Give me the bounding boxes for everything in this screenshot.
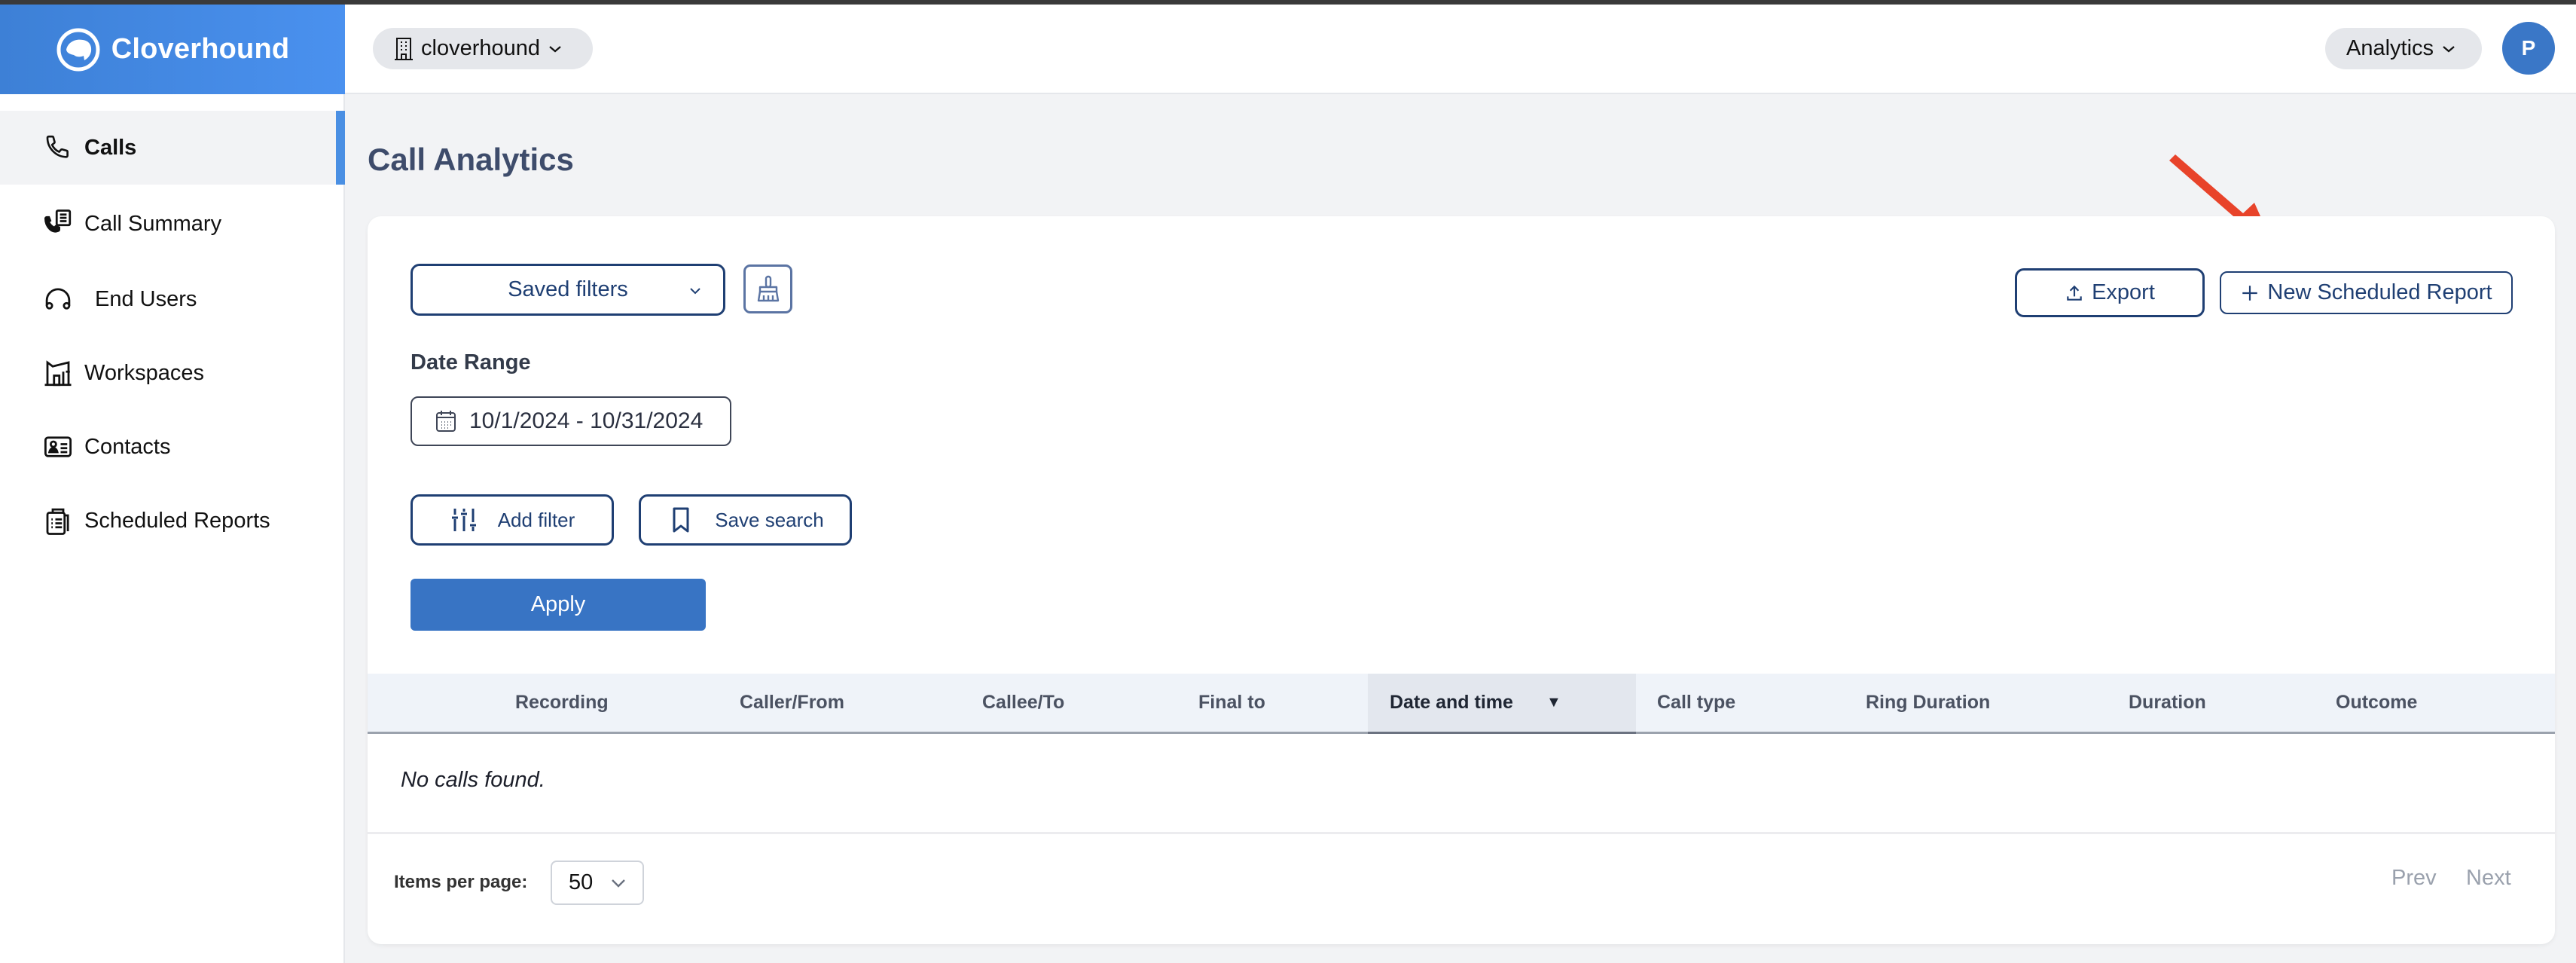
call-summary-icon	[44, 209, 72, 233]
phone-icon	[46, 135, 69, 158]
sidebar-item-label: Contacts	[84, 434, 171, 459]
export-button[interactable]: Export	[2015, 268, 2205, 317]
column-header-final-to[interactable]: Final to	[1198, 674, 1265, 732]
module-selector[interactable]: Analytics	[2325, 28, 2482, 69]
module-name: Analytics	[2346, 36, 2434, 60]
headphones-icon	[45, 288, 71, 310]
column-label: Caller/From	[740, 692, 844, 713]
new-scheduled-report-button[interactable]: New Scheduled Report	[2220, 271, 2513, 314]
column-label: Date and time	[1390, 692, 1513, 713]
plus-icon	[2242, 285, 2258, 301]
column-header-call-type[interactable]: Call type	[1657, 674, 1735, 732]
top-header: cloverhound Analytics P	[345, 5, 2576, 94]
sliders-icon	[451, 509, 476, 531]
calls-table-header: Recording Caller/From Callee/To Final to…	[368, 674, 2555, 734]
column-label: Callee/To	[982, 692, 1065, 713]
column-label: Call type	[1657, 692, 1736, 713]
workspace-building-icon	[44, 360, 72, 387]
apply-button[interactable]: Apply	[411, 579, 706, 631]
date-range-value: 10/1/2024 - 10/31/2024	[469, 408, 704, 433]
clear-filters-button[interactable]	[743, 264, 792, 313]
prev-page-button[interactable]: Prev	[2391, 866, 2437, 891]
add-filter-label: Add filter	[497, 508, 575, 531]
sidebar-item-calls[interactable]: Calls	[0, 111, 345, 185]
sidebar-item-workspaces[interactable]: Workspaces	[0, 336, 345, 410]
column-label: Recording	[515, 692, 609, 713]
column-header-outcome[interactable]: Outcome	[2336, 674, 2417, 732]
date-range-label: Date Range	[411, 350, 531, 374]
sidebar-item-scheduled-reports[interactable]: Scheduled Reports	[0, 484, 345, 558]
bookmark-icon	[673, 507, 689, 533]
upload-icon	[2067, 285, 2082, 301]
save-search-button[interactable]: Save search	[639, 494, 852, 546]
chevron-down-icon	[690, 288, 700, 295]
contact-card-icon	[44, 436, 72, 457]
items-per-page-select[interactable]: 50	[551, 861, 644, 905]
column-label: Outcome	[2336, 692, 2418, 713]
add-filter-button[interactable]: Add filter	[411, 494, 614, 546]
brush-icon	[757, 275, 779, 301]
column-header-ring-duration[interactable]: Ring Duration	[1866, 674, 1990, 732]
sidebar-item-end-users[interactable]: End Users	[0, 262, 345, 336]
cloverhound-logo-icon	[56, 28, 100, 71]
date-range-picker[interactable]: 10/1/2024 - 10/31/2024	[411, 396, 731, 446]
sidebar-item-label: Call Summary	[84, 211, 222, 236]
column-header-recording[interactable]: Recording	[515, 674, 609, 732]
sidebar-item-label: End Users	[95, 286, 197, 311]
sidebar-item-contacts[interactable]: Contacts	[0, 410, 345, 484]
sidebar-item-call-summary[interactable]: Call Summary	[0, 187, 345, 261]
calendar-icon	[436, 411, 456, 432]
column-header-callee-to[interactable]: Callee/To	[982, 674, 1064, 732]
brand-logo[interactable]: Cloverhound	[0, 5, 345, 94]
clipboard-icon	[46, 508, 69, 535]
brand-name: Cloverhound	[111, 33, 290, 65]
organization-selector[interactable]: cloverhound	[373, 28, 593, 69]
empty-state-message: No calls found.	[401, 768, 545, 792]
items-per-page-label: Items per page:	[394, 872, 528, 892]
sidebar-item-label: Scheduled Reports	[84, 508, 270, 533]
table-footer-divider	[368, 832, 2555, 834]
building-icon	[395, 37, 413, 60]
column-label: Duration	[2129, 692, 2206, 713]
sidebar-item-label: Workspaces	[84, 360, 205, 385]
export-label: Export	[2092, 280, 2155, 304]
sidebar: Calls Call Summary End Users Workspaces	[0, 94, 345, 963]
new-scheduled-report-label: New Scheduled Report	[2267, 280, 2492, 304]
chevron-down-icon	[612, 879, 626, 888]
saved-filters-label: Saved filters	[508, 277, 628, 301]
column-header-date-and-time[interactable]: Date and time ▼	[1368, 674, 1636, 734]
save-search-label: Save search	[715, 508, 824, 531]
call-analytics-card: Saved filters Export New Scheduled Repor…	[368, 216, 2555, 944]
column-header-caller-from[interactable]: Caller/From	[740, 674, 844, 732]
chevron-down-icon	[549, 45, 561, 52]
chevron-down-icon	[2443, 45, 2455, 52]
column-header-duration[interactable]: Duration	[2129, 674, 2206, 732]
organization-name: cloverhound	[421, 36, 540, 60]
items-per-page-value: 50	[569, 870, 594, 894]
saved-filters-dropdown[interactable]: Saved filters	[411, 264, 725, 316]
page-title: Call Analytics	[368, 142, 574, 177]
column-label: Final to	[1198, 692, 1265, 713]
sidebar-item-label: Calls	[84, 135, 137, 160]
column-label: Ring Duration	[1866, 692, 1991, 713]
next-page-button[interactable]: Next	[2466, 866, 2511, 891]
user-avatar[interactable]: P	[2502, 22, 2555, 75]
sort-descending-icon: ▼	[1546, 694, 1561, 711]
